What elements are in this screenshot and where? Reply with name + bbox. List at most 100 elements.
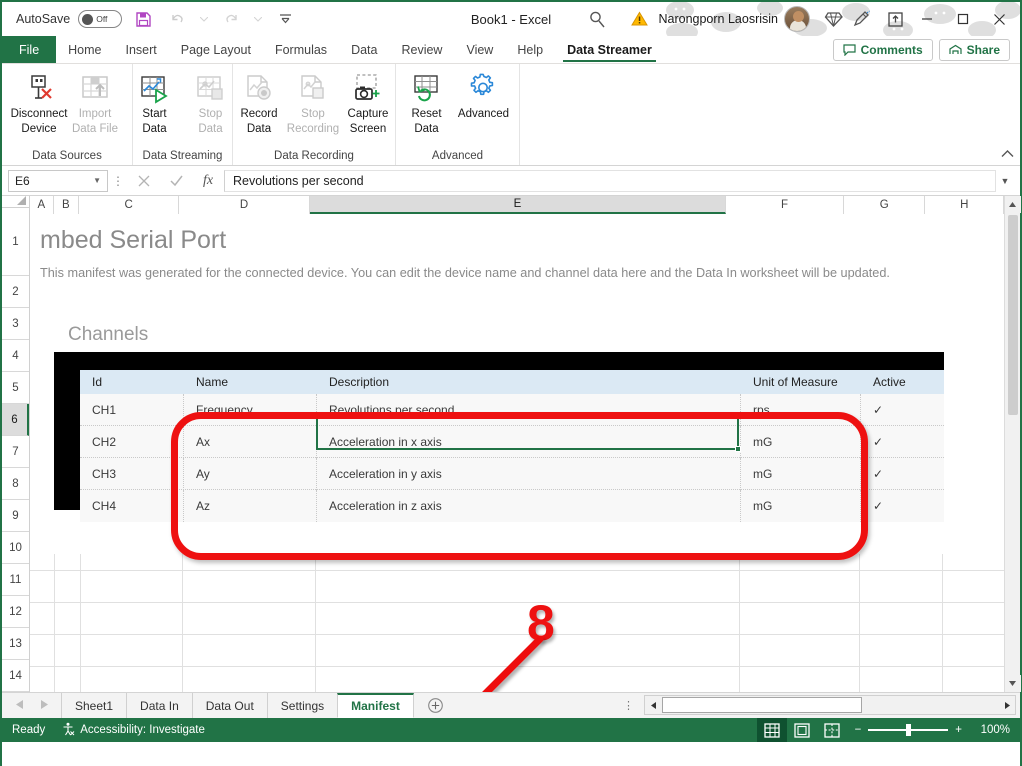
table-row[interactable]: CH3 Ay Acceleration in y axis mG ✓: [80, 457, 944, 490]
sheet-tab-data-in[interactable]: Data In: [126, 693, 193, 718]
microsoft-365-diamond-icon[interactable]: [820, 6, 846, 32]
vertical-scrollbar[interactable]: [1004, 196, 1021, 692]
redo-dropdown-icon[interactable]: [252, 6, 264, 32]
ribbon-display-options-icon[interactable]: [882, 6, 908, 32]
customize-quick-access-icon[interactable]: [272, 6, 298, 32]
column-header-h[interactable]: H: [925, 196, 1005, 214]
stop-data-button[interactable]: Stop Data: [183, 68, 239, 136]
sheet-tab-data-out[interactable]: Data Out: [191, 693, 268, 718]
zoom-level-label[interactable]: 100%: [970, 724, 1010, 736]
zoom-thumb[interactable]: [906, 724, 912, 736]
user-name[interactable]: Narongporn Laosrisin: [654, 12, 782, 26]
cell-area[interactable]: mbed Serial Port This manifest was gener…: [30, 214, 1004, 692]
search-icon[interactable]: [584, 6, 610, 32]
undo-icon[interactable]: [164, 6, 190, 32]
zoom-slider[interactable]: − +: [855, 724, 962, 736]
fill-handle[interactable]: [735, 446, 741, 452]
comments-button[interactable]: Comments: [832, 38, 933, 61]
autosave-toggle[interactable]: Off: [78, 10, 123, 28]
vertical-scroll-thumb[interactable]: [1007, 215, 1018, 415]
row-header-10[interactable]: 10: [2, 532, 29, 564]
cell-name[interactable]: Az: [184, 490, 317, 522]
column-header-e[interactable]: E: [309, 196, 727, 214]
reset-data-button[interactable]: Reset Data: [401, 68, 453, 136]
cell-description[interactable]: Acceleration in y axis: [317, 457, 741, 490]
scroll-up-button[interactable]: [1004, 196, 1021, 213]
cell-name[interactable]: Frequency: [184, 393, 317, 426]
column-header-a[interactable]: A: [30, 196, 54, 214]
pen-highlight-icon[interactable]: [848, 6, 874, 32]
select-all-corner[interactable]: [2, 196, 30, 208]
row-header-3[interactable]: 3: [2, 308, 29, 340]
cell-id[interactable]: CH4: [80, 490, 184, 522]
collapse-ribbon-icon[interactable]: [1001, 147, 1014, 161]
capture-screen-button[interactable]: Capture Screen: [341, 68, 395, 136]
enter-icon[interactable]: [160, 170, 192, 192]
column-header-g[interactable]: G: [843, 196, 926, 214]
row-header-4[interactable]: 4: [2, 340, 29, 372]
tab-data-streamer[interactable]: Data Streamer: [555, 36, 664, 63]
cell-active[interactable]: ✓: [861, 458, 944, 490]
name-box[interactable]: E6 ▼: [8, 169, 108, 192]
tab-home[interactable]: Home: [56, 36, 113, 63]
undo-dropdown-icon[interactable]: [198, 6, 210, 32]
tab-help[interactable]: Help: [505, 36, 555, 63]
minimize-icon[interactable]: [910, 3, 944, 35]
start-data-button[interactable]: Start Data: [127, 68, 183, 136]
column-header-f[interactable]: F: [726, 196, 844, 214]
share-button[interactable]: Share: [938, 38, 1010, 61]
cell-id[interactable]: CH3: [80, 457, 184, 490]
cell-id[interactable]: CH1: [80, 393, 184, 426]
row-header-13[interactable]: 13: [2, 628, 29, 660]
row-header-9[interactable]: 9: [2, 500, 29, 532]
scroll-right-button[interactable]: [999, 696, 1015, 714]
previous-sheet-icon[interactable]: [16, 700, 23, 711]
row-header-12[interactable]: 12: [2, 596, 29, 628]
cell-unit-of-measure[interactable]: mG: [741, 490, 861, 522]
sheet-tab-sheet1[interactable]: Sheet1: [61, 693, 128, 718]
column-header-d[interactable]: D: [179, 196, 310, 214]
add-sheet-icon[interactable]: [414, 693, 457, 718]
disconnect-device-button[interactable]: Disconnect Device: [11, 68, 67, 136]
page-break-preview-icon[interactable]: [817, 718, 847, 742]
zoom-out-button[interactable]: −: [855, 724, 862, 736]
accessibility-status[interactable]: Accessibility: Investigate: [61, 722, 205, 739]
zoom-in-button[interactable]: +: [955, 724, 962, 736]
chevron-down-icon[interactable]: ▼: [93, 176, 101, 185]
cell-active[interactable]: ✓: [861, 490, 944, 522]
warning-icon[interactable]: [626, 6, 652, 32]
scroll-left-button[interactable]: [645, 696, 661, 714]
tab-data[interactable]: Data: [339, 36, 389, 63]
active-cell-e6[interactable]: [316, 417, 741, 452]
import-data-file-button[interactable]: Import Data File: [67, 68, 123, 136]
advanced-button[interactable]: Advanced: [453, 68, 515, 121]
close-icon[interactable]: [982, 3, 1016, 35]
scroll-down-button[interactable]: [1004, 675, 1021, 692]
maximize-icon[interactable]: [946, 3, 980, 35]
redo-icon[interactable]: [218, 6, 244, 32]
insert-function-icon[interactable]: fx: [192, 170, 224, 192]
row-header-7[interactable]: 7: [2, 436, 29, 468]
avatar[interactable]: [784, 6, 810, 32]
cell-description[interactable]: Acceleration in z axis: [317, 490, 741, 522]
cell-name[interactable]: Ay: [184, 457, 317, 490]
sheet-tab-settings[interactable]: Settings: [266, 693, 339, 718]
tab-page-layout[interactable]: Page Layout: [169, 36, 263, 63]
row-header-6[interactable]: 6: [2, 404, 29, 436]
formula-input[interactable]: Revolutions per second: [224, 169, 996, 192]
row-header-5[interactable]: 5: [2, 372, 29, 404]
row-header-1[interactable]: 1: [2, 208, 29, 276]
stop-recording-button[interactable]: Stop Recording: [285, 68, 341, 136]
table-row[interactable]: CH4 Az Acceleration in z axis mG ✓: [80, 490, 944, 522]
expand-formula-bar-icon[interactable]: ▼: [996, 176, 1014, 186]
row-header-11[interactable]: 11: [2, 564, 29, 596]
tab-formulas[interactable]: Formulas: [263, 36, 339, 63]
cell-active[interactable]: ✓: [861, 394, 944, 426]
row-header-2[interactable]: 2: [2, 276, 29, 308]
sheet-more-options-icon[interactable]: ⋮: [613, 693, 644, 718]
horizontal-scrollbar[interactable]: [644, 695, 1016, 715]
row-header-14[interactable]: 14: [2, 660, 29, 692]
cell-id[interactable]: CH2: [80, 425, 184, 458]
record-data-button[interactable]: Record Data: [233, 68, 285, 136]
zoom-track[interactable]: [868, 724, 949, 736]
